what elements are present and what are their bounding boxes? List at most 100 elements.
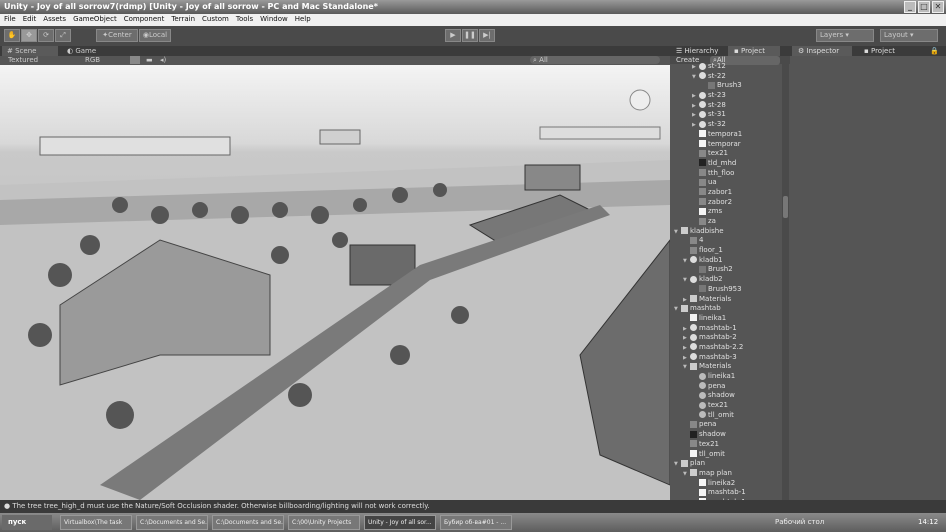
project-item[interactable]: ▶ st-31	[670, 110, 782, 120]
rotate-tool-icon[interactable]: ⟳	[38, 29, 54, 42]
scene-search-input[interactable]: ⌕ All	[530, 56, 660, 64]
project-item-label: 4	[699, 236, 704, 245]
menu-assets[interactable]: Assets	[43, 15, 66, 25]
project-item[interactable]: tex21	[670, 440, 782, 450]
taskbar-item[interactable]: C:\Documents and Se...	[212, 515, 284, 530]
project-scrollbar-thumb[interactable]	[783, 196, 788, 218]
lighting-toggle[interactable]	[130, 56, 140, 64]
project-item[interactable]: tth_floo	[670, 169, 782, 179]
project-item-label: ua	[708, 178, 717, 187]
taskbar-item[interactable]: Virtualbox\The task	[60, 515, 132, 530]
project-item[interactable]: shadow	[670, 430, 782, 440]
project-item[interactable]: lineika1	[670, 314, 782, 324]
project-item[interactable]: zabor2	[670, 198, 782, 208]
menu-gameobject[interactable]: GameObject	[73, 15, 117, 25]
project-item[interactable]: ▶ mashtab-2	[670, 333, 782, 343]
project-item[interactable]: Brush953	[670, 285, 782, 295]
project-item[interactable]: ▶ mashtab-1	[670, 324, 782, 334]
maximize-button[interactable]: □	[918, 1, 930, 13]
project-item[interactable]: ▼ kladb2	[670, 275, 782, 285]
project-item[interactable]: ▶ st-23	[670, 91, 782, 101]
project-item[interactable]: ▼ kladbishe	[670, 227, 782, 237]
project-item[interactable]: ua	[670, 178, 782, 188]
project-item-label: st-32	[708, 120, 726, 129]
tab-project-2[interactable]: ▪ Project	[864, 47, 895, 55]
desktop-toolbar[interactable]: Рабочий стол	[775, 518, 824, 526]
project-item[interactable]: tempora1	[670, 130, 782, 140]
layers-dropdown[interactable]: Layers ▾	[816, 29, 874, 42]
project-item[interactable]: Brush2	[670, 265, 782, 275]
scale-tool-icon[interactable]: ⤢	[55, 29, 71, 42]
main-toolbar: ✋ ✥ ⟳ ⤢ ✦Center ◉Local ▶ ❚❚ ▶| Layers ▾ …	[0, 26, 946, 46]
menu-window[interactable]: Window	[260, 15, 288, 25]
project-item[interactable]: ▶ st-12	[670, 62, 782, 72]
menu-help[interactable]: Help	[295, 15, 311, 25]
project-item[interactable]: temporar	[670, 140, 782, 150]
project-item[interactable]: tex21	[670, 149, 782, 159]
project-item[interactable]: lineika1	[670, 372, 782, 382]
hand-tool-icon[interactable]: ✋	[4, 29, 20, 42]
tab-game[interactable]: ◐ Game	[62, 46, 101, 56]
step-button[interactable]: ▶|	[479, 29, 495, 42]
menu-terrain[interactable]: Terrain	[171, 15, 195, 25]
project-item[interactable]: ▶ st-32	[670, 120, 782, 130]
menu-custom[interactable]: Custom	[202, 15, 229, 25]
project-item[interactable]: zms	[670, 207, 782, 217]
render-mode-dropdown[interactable]: Textured	[8, 56, 38, 64]
project-item[interactable]: Brush3	[670, 81, 782, 91]
project-item[interactable]: tex21	[670, 401, 782, 411]
project-item[interactable]: tll_omit	[670, 450, 782, 460]
project-item[interactable]: ▼ map plan	[670, 469, 782, 479]
project-item[interactable]: ▶ st-28	[670, 101, 782, 111]
tab-project[interactable]: ▪ Project	[728, 46, 780, 56]
project-item[interactable]: pena	[670, 420, 782, 430]
project-item[interactable]: mashtab-1	[670, 488, 782, 498]
project-item[interactable]: ▶ mashtab-3	[670, 353, 782, 363]
pause-button[interactable]: ❚❚	[462, 29, 478, 42]
scene-viewport[interactable]	[0, 65, 670, 500]
lock-icon[interactable]: 🔒	[930, 47, 939, 55]
taskbar-item[interactable]: Бубир об-ва#01 - ...	[440, 515, 512, 530]
project-item[interactable]: ▶Materials	[670, 295, 782, 305]
play-button[interactable]: ▶	[445, 29, 461, 42]
audio-icon[interactable]: ◂)	[160, 56, 166, 64]
project-item[interactable]: ▼ kladb1	[670, 256, 782, 266]
project-item[interactable]: zabor1	[670, 188, 782, 198]
menu-file[interactable]: File	[4, 15, 16, 25]
project-item[interactable]: pena	[670, 382, 782, 392]
project-scrollbar[interactable]	[782, 64, 789, 500]
project-item[interactable]: tll_omit	[670, 411, 782, 421]
tab-inspector[interactable]: ⚙ Inspector	[792, 46, 852, 56]
status-bar[interactable]: ● The tree tree_high_d must use the Natu…	[0, 500, 946, 513]
move-tool-icon[interactable]: ✥	[21, 29, 37, 42]
space-toggle[interactable]: ◉Local	[139, 29, 171, 42]
layout-dropdown[interactable]: Layout ▾	[880, 29, 938, 42]
project-item[interactable]: ▼ st-22	[670, 72, 782, 82]
project-item[interactable]: lineika2	[670, 479, 782, 489]
project-item[interactable]: ▼ plan	[670, 459, 782, 469]
project-item[interactable]: za	[670, 217, 782, 227]
taskbar-item[interactable]: C:\Documents and Se...	[136, 515, 208, 530]
menu-tools[interactable]: Tools	[236, 15, 253, 25]
channel-dropdown[interactable]: RGB	[85, 56, 100, 64]
minimize-button[interactable]: _	[904, 1, 916, 13]
tab-scene[interactable]: # Scene	[2, 46, 58, 56]
project-item-label: za	[708, 217, 716, 225]
scene-image-toggle[interactable]: ▬	[146, 56, 153, 64]
pivot-toggle[interactable]: ✦Center	[96, 29, 138, 42]
taskbar-item[interactable]: Unity - Joy of all sor...	[364, 515, 436, 530]
texture-icon	[690, 246, 697, 254]
project-item[interactable]: ▶ mashtab-2.2	[670, 343, 782, 353]
project-item[interactable]: tld_mhd	[670, 159, 782, 169]
taskbar-item[interactable]: C:\00\Unity Projects	[288, 515, 360, 530]
start-button[interactable]: пуск	[2, 515, 52, 530]
project-item[interactable]: floor_1	[670, 246, 782, 256]
project-item[interactable]: ▼ mashtab	[670, 304, 782, 314]
project-item[interactable]: ▼ Materials	[670, 362, 782, 372]
menu-edit[interactable]: Edit	[23, 15, 37, 25]
menu-component[interactable]: Component	[124, 15, 165, 25]
tab-hierarchy[interactable]: ☰ Hierarchy	[676, 47, 718, 55]
project-item[interactable]: shadow	[670, 391, 782, 401]
project-item[interactable]: 4	[670, 236, 782, 246]
close-button[interactable]: ✕	[932, 1, 944, 13]
